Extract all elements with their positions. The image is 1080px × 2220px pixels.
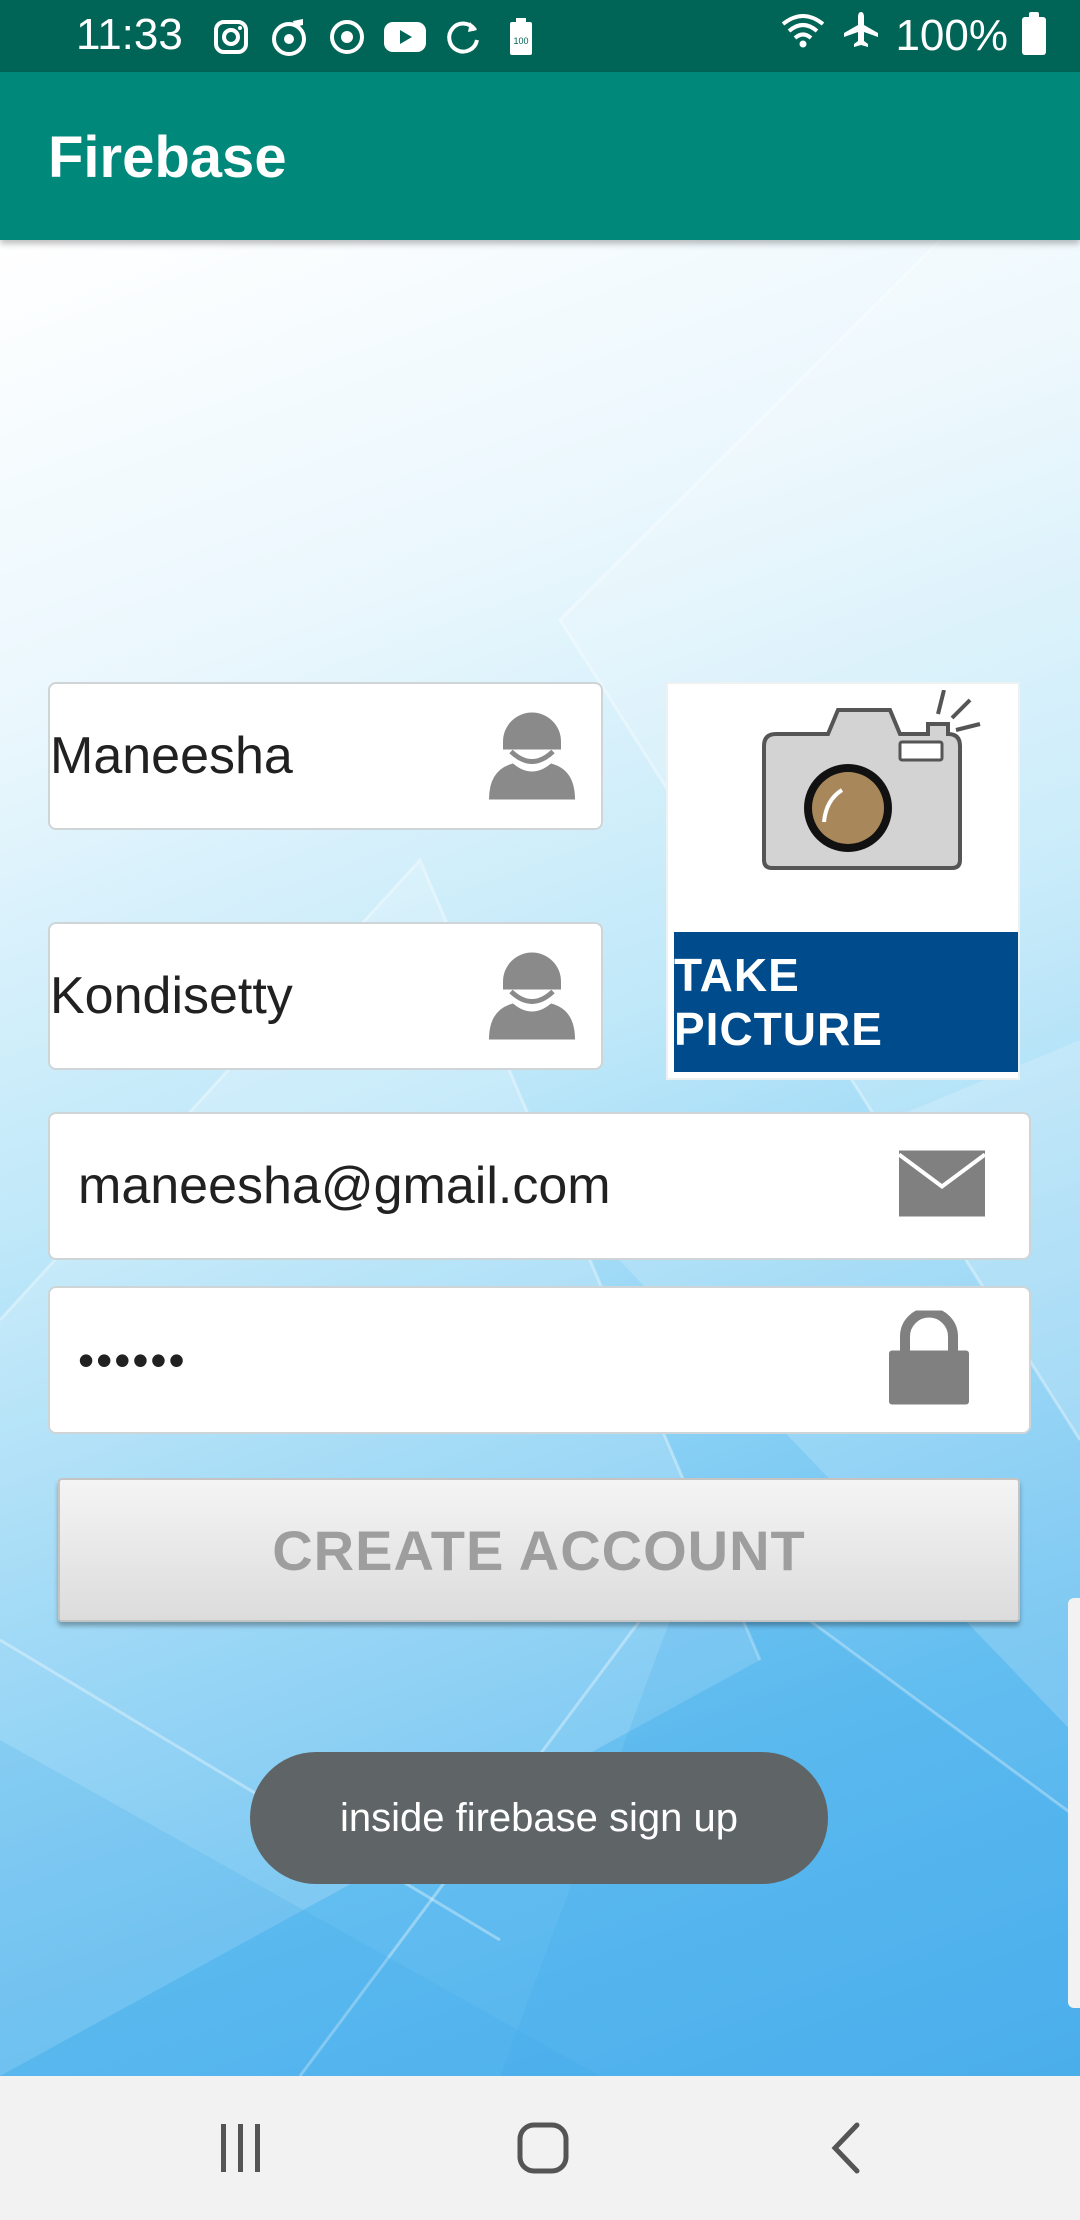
email-value: maneesha@gmail.com: [78, 1157, 611, 1215]
envelope-icon: [897, 1150, 987, 1222]
create-account-label: CREATE ACCOUNT: [272, 1518, 806, 1582]
sync-app-icon: [324, 14, 370, 60]
camera-icon: [748, 689, 988, 881]
battery-saver-icon: 100: [498, 14, 544, 60]
toast-message: inside firebase sign up: [250, 1752, 828, 1884]
music-icon: [266, 14, 312, 60]
password-value: ••••••: [78, 1334, 187, 1386]
signup-screen: Maneesha Kondisetty TAKE PICTURE maneesh…: [0, 240, 1080, 2076]
youtube-icon: [382, 14, 428, 60]
person-icon: [489, 708, 575, 805]
status-time: 11:33: [76, 10, 183, 59]
recent-apps-icon[interactable]: [201, 2112, 281, 2184]
battery-icon: [1022, 11, 1046, 55]
back-icon[interactable]: [805, 2112, 885, 2184]
battery-text: 100%: [895, 10, 1008, 60]
refresh-icon: [440, 14, 486, 60]
create-account-button[interactable]: CREATE ACCOUNT: [58, 1478, 1020, 1622]
svg-text:100: 100: [513, 36, 528, 46]
navigation-bar: [0, 2076, 1080, 2220]
take-picture-banner: TAKE PICTURE: [674, 932, 1018, 1072]
wifi-icon: [779, 10, 827, 61]
instagram-icon: [208, 14, 254, 60]
status-right: 100%: [779, 10, 1046, 61]
first-name-field[interactable]: Maneesha: [48, 682, 603, 830]
toast-text: inside firebase sign up: [339, 1795, 739, 1840]
lock-icon: [889, 1307, 969, 1410]
take-picture-button[interactable]: TAKE PICTURE: [666, 682, 1020, 1080]
airplane-mode-icon: [841, 10, 881, 61]
status-bar: 11:33 100 100%: [0, 0, 1080, 72]
app-bar: Firebase: [0, 72, 1080, 240]
home-icon[interactable]: [503, 2112, 583, 2184]
email-field[interactable]: maneesha@gmail.com: [48, 1112, 1031, 1260]
password-field[interactable]: ••••••: [48, 1286, 1031, 1434]
scrollbar[interactable]: [1068, 1598, 1080, 2008]
last-name-field[interactable]: Kondisetty: [48, 922, 603, 1070]
person-icon: [489, 948, 575, 1045]
first-name-value: Maneesha: [50, 727, 293, 785]
notification-icons: 100: [208, 14, 544, 60]
last-name-value: Kondisetty: [50, 967, 293, 1025]
app-title: Firebase: [48, 125, 287, 190]
take-picture-label: TAKE PICTURE: [674, 949, 883, 1055]
